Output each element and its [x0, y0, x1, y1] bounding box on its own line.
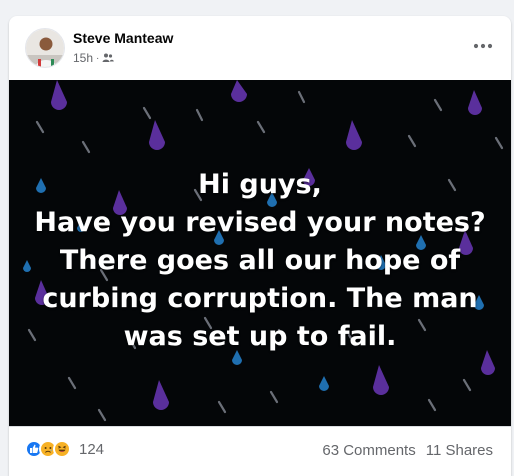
comments-count[interactable]: 63 Comments — [322, 442, 415, 459]
author-name[interactable]: Steve Manteaw — [73, 30, 173, 46]
more-options-button[interactable] — [465, 28, 501, 64]
post-text: Hi guys, Have you revised your notes? Th… — [19, 166, 501, 356]
more-options-icon — [473, 43, 493, 49]
post-time[interactable]: 15h — [73, 51, 93, 65]
post-header: Steve Manteaw 15h · — [9, 16, 511, 80]
post-text-line: There goes all our hope of — [59, 245, 461, 276]
post-text-line: Have you revised your notes? — [34, 207, 486, 238]
reaction-count: 124 — [79, 440, 105, 458]
haha-icon — [53, 440, 71, 458]
post-meta: 15h · — [73, 51, 115, 65]
post-footer: 124 63 Comments 11 Shares — [9, 426, 511, 476]
post-text-line: was set up to fail. — [123, 321, 397, 352]
author-avatar[interactable] — [25, 28, 65, 68]
friends-icon[interactable] — [102, 52, 115, 64]
reactions-summary[interactable]: 124 — [25, 440, 104, 458]
post-card: Steve Manteaw 15h · Hi guys, Have you re… — [9, 16, 511, 476]
meta-separator: · — [96, 52, 100, 64]
shares-count[interactable]: 11 Shares — [426, 442, 493, 459]
post-background[interactable]: Hi guys, Have you revised your notes? Th… — [9, 80, 511, 426]
engagement-counts: 63 Comments 11 Shares — [322, 442, 493, 459]
post-text-line: Hi guys, — [198, 169, 322, 200]
post-text-line: curbing corruption. The man — [42, 283, 478, 314]
